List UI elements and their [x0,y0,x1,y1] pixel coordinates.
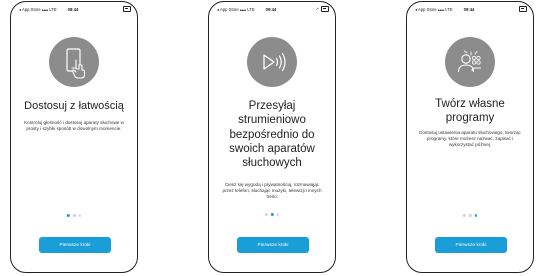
page-dot-3[interactable] [78,214,82,217]
page-indicator[interactable] [462,214,478,217]
screen-title: Przesyłaj strumieniowo bezpośrednio do s… [229,100,315,169]
battery-icon [123,6,131,12]
onboarding-screen-1: ◂ App Store ▴▴▴ LTE 08:44 Dostosuj z łat… [10,1,138,273]
screen-description: Kontroluj głośność i dostosuj aparaty sł… [24,120,124,132]
onboarding-screen-3: ◂ App Store ▴▴▴ LTE 09:44 Twórz własne p… [406,1,534,273]
page-dot-2[interactable] [468,214,472,217]
get-started-button[interactable]: Pierwsze kroki [435,237,507,253]
carrier-label: ◂ App Store ▴▴▴ LTE [415,7,453,12]
page-indicator[interactable] [66,214,82,217]
page-dot-3[interactable] [474,214,478,217]
carrier-label: ◂ App Store ▴▴▴ LTE [217,7,255,12]
get-started-button[interactable]: Pierwsze kroki [39,237,111,253]
screen-description: Dostosuj ustawienia aparatu słuchowego, … [419,130,521,148]
status-bar: ◂ App Store ▴▴▴ LTE 09:44 ➚ [209,6,335,15]
status-time: 08:44 [67,7,79,12]
status-time: 09:44 [463,7,475,12]
page-dot-2[interactable] [72,214,76,217]
page-dot-2[interactable] [270,213,274,216]
page-dot-1[interactable] [66,214,70,217]
phone-tap-icon [49,37,99,87]
page-indicator[interactable] [264,213,280,216]
page-dot-1[interactable] [462,214,466,217]
carrier-label: ◂ App Store ▴▴▴ LTE [19,7,57,12]
get-started-button[interactable]: Pierwsze kroki [237,237,309,253]
page-dot-3[interactable] [276,213,280,216]
streaming-icon [247,37,297,87]
location-icon: ➚ [315,6,319,12]
onboarding-screen-2: ◂ App Store ▴▴▴ LTE 09:44 ➚ Przesyłaj st… [208,1,336,273]
screen-description: Ciesz się wygodą i prywatnością, rozmawi… [222,182,322,200]
status-bar: ◂ App Store ▴▴▴ LTE 08:44 [11,6,137,15]
screen-title: Dostosuj z łatwością [24,100,124,112]
status-time: 09:44 [265,7,277,12]
page-dot-1[interactable] [264,213,268,216]
screen-title: Twórz własne programy [435,98,505,124]
status-bar: ◂ App Store ▴▴▴ LTE 09:44 [407,6,533,15]
programs-user-icon [445,37,495,87]
battery-icon [519,6,527,12]
battery-icon [321,6,329,12]
